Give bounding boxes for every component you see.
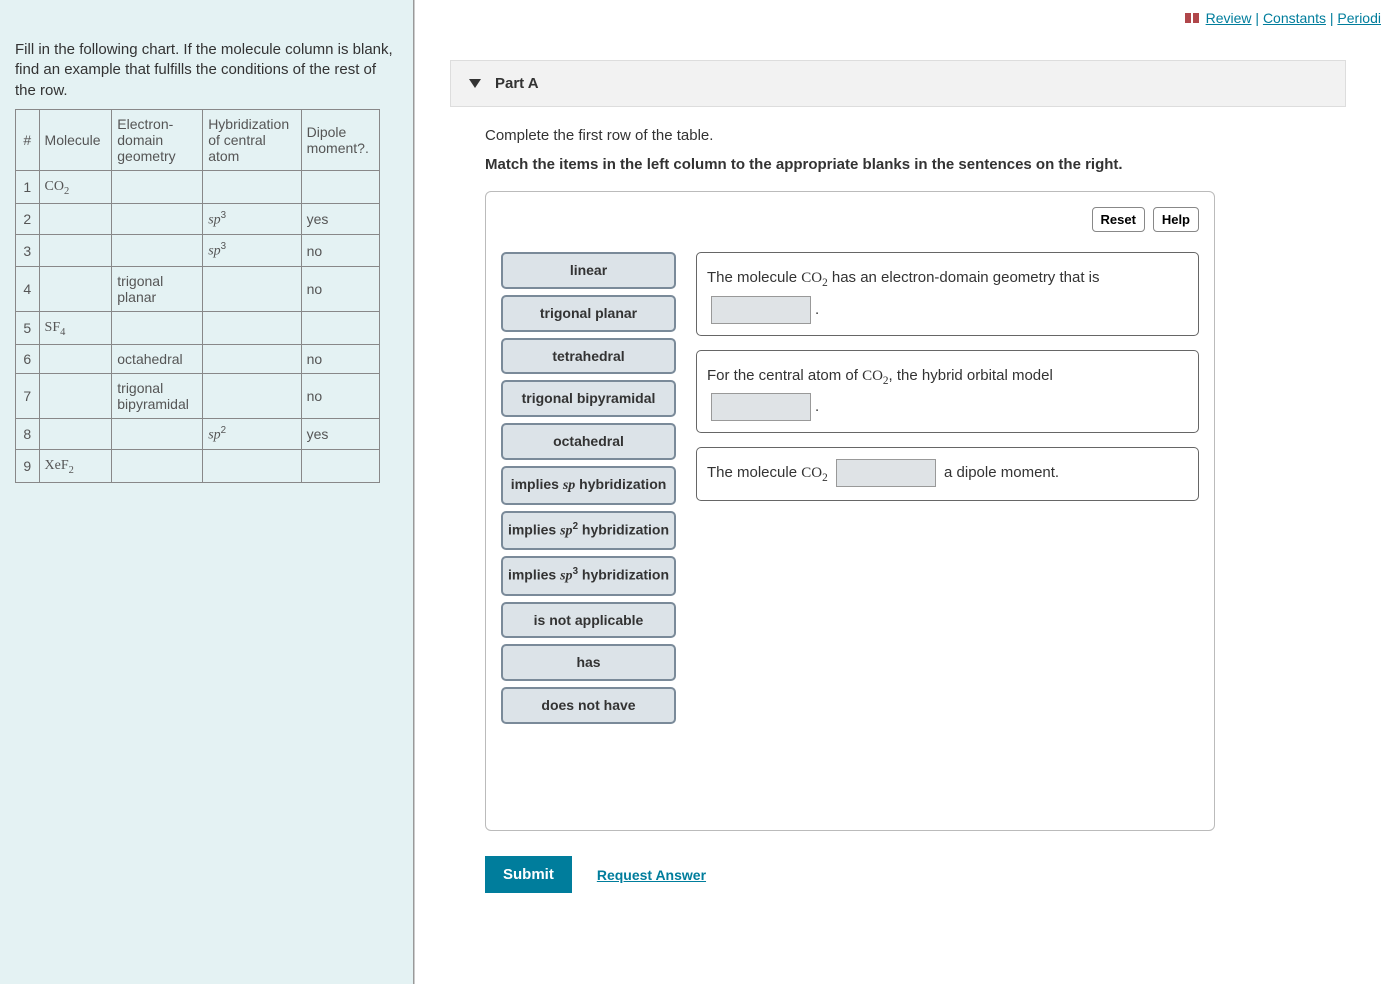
- book-icon: [1184, 11, 1200, 27]
- reset-button[interactable]: Reset: [1092, 207, 1145, 232]
- table-row: 3sp3no: [16, 235, 380, 267]
- review-link[interactable]: Review: [1206, 10, 1252, 26]
- chip-trigonal-bipyramidal[interactable]: trigonal bipyramidal: [501, 380, 676, 417]
- chip-trigonal-planar[interactable]: trigonal planar: [501, 295, 676, 332]
- sentence-2: For the central atom of CO2, the hybrid …: [696, 350, 1199, 434]
- periodic-link[interactable]: Periodi: [1337, 10, 1381, 26]
- drop-slot-2[interactable]: [711, 393, 811, 421]
- instruction-2: Match the items in the left column to th…: [485, 156, 1346, 173]
- chip-not-applicable[interactable]: is not applicable: [501, 602, 676, 639]
- top-links: Review | Constants | Periodi: [1184, 10, 1381, 27]
- header-num: #: [16, 109, 40, 170]
- header-edg: Electron-domain geometry: [112, 109, 203, 170]
- chips-column: linear trigonal planar tetrahedral trigo…: [501, 252, 676, 724]
- table-row: 5SF4: [16, 311, 380, 344]
- request-answer-link[interactable]: Request Answer: [597, 867, 706, 883]
- table-row: 8sp2yes: [16, 418, 380, 450]
- constants-link[interactable]: Constants: [1263, 10, 1326, 26]
- matching-box: Reset Help linear trigonal planar tetrah…: [485, 191, 1215, 831]
- header-dipole: Dipole moment?.: [301, 109, 379, 170]
- chip-tetrahedral[interactable]: tetrahedral: [501, 338, 676, 375]
- chip-sp2[interactable]: implies sp2 hybridization: [501, 511, 676, 550]
- submit-button[interactable]: Submit: [485, 856, 572, 893]
- right-panel: Review | Constants | Periodi Part A Comp…: [415, 0, 1381, 984]
- instructions-text: Fill in the following chart. If the mole…: [15, 40, 399, 101]
- part-title: Part A: [495, 75, 539, 92]
- header-hyb: Hybridization of central atom: [203, 109, 301, 170]
- table-row: 4trigonal planarno: [16, 266, 380, 311]
- sentence-1: The molecule CO2 has an electron-domain …: [696, 252, 1199, 336]
- chart-table: # Molecule Electron-domain geometry Hybr…: [15, 109, 380, 483]
- table-row: 6octahedralno: [16, 344, 380, 373]
- table-row: 2sp3yes: [16, 203, 380, 235]
- header-molecule: Molecule: [39, 109, 112, 170]
- collapse-icon: [469, 79, 481, 88]
- help-button[interactable]: Help: [1153, 207, 1199, 232]
- part-body: Complete the first row of the table. Mat…: [415, 107, 1381, 913]
- left-panel: Fill in the following chart. If the mole…: [0, 0, 415, 984]
- chip-has[interactable]: has: [501, 644, 676, 681]
- chip-linear[interactable]: linear: [501, 252, 676, 289]
- chip-sp[interactable]: implies sp hybridization: [501, 466, 676, 505]
- chip-octahedral[interactable]: octahedral: [501, 423, 676, 460]
- chip-does-not-have[interactable]: does not have: [501, 687, 676, 724]
- table-row: 1CO2: [16, 170, 380, 203]
- table-row: 9XeF2: [16, 450, 380, 483]
- table-row: 7trigonal bipyramidalno: [16, 373, 380, 418]
- submit-bar: Submit Request Answer: [485, 856, 1346, 893]
- drop-slot-3[interactable]: [836, 459, 936, 487]
- instruction-1: Complete the first row of the table.: [485, 127, 1346, 144]
- sentence-3: The molecule CO2 a dipole moment.: [696, 447, 1199, 501]
- part-header[interactable]: Part A: [450, 60, 1346, 107]
- sentences-column: The molecule CO2 has an electron-domain …: [696, 252, 1199, 724]
- drop-slot-1[interactable]: [711, 296, 811, 324]
- chip-sp3[interactable]: implies sp3 hybridization: [501, 556, 676, 595]
